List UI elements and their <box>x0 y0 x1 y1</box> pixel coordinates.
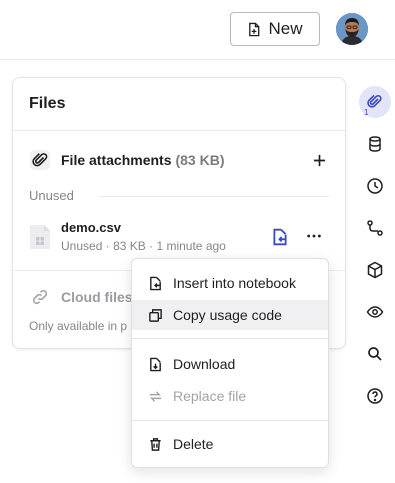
more-options-button[interactable] <box>303 226 325 248</box>
file-context-menu: Insert into notebook Copy usage code Dow… <box>131 258 329 468</box>
menu-item-label: Download <box>173 356 236 372</box>
cloud-files-label: Cloud files <box>61 289 133 305</box>
file-name: demo.csv <box>61 220 121 235</box>
file-item[interactable]: demo.csv Unused · 83 KB · 1 minute ago <box>29 220 331 256</box>
help-icon <box>367 388 383 404</box>
link-icon <box>32 289 48 305</box>
meta-separator: · <box>105 239 114 253</box>
new-button[interactable]: New <box>230 12 320 46</box>
new-button-label: New <box>268 19 303 38</box>
trash-icon <box>150 437 161 451</box>
download-icon <box>150 357 161 371</box>
paperclip-icon <box>367 94 382 108</box>
menu-item-download[interactable]: Download <box>132 349 328 379</box>
sidebar-git[interactable] <box>359 212 391 244</box>
insert-icon <box>150 276 161 290</box>
attachments-count-badge: 1 <box>364 108 369 117</box>
avatar-image <box>336 13 368 45</box>
add-attachment-button[interactable] <box>307 148 331 172</box>
sidebar-search[interactable] <box>359 338 391 370</box>
file-meta: Unused · 83 KB · 1 minute ago <box>61 239 226 253</box>
search-icon <box>368 347 382 361</box>
csv-file-icon <box>30 225 50 249</box>
eye-icon <box>366 306 384 318</box>
top-bar: New <box>0 0 395 60</box>
copy-icon <box>149 308 162 322</box>
menu-item-delete[interactable]: Delete <box>132 429 328 459</box>
sidebar-database[interactable] <box>359 128 391 160</box>
menu-item-label: Insert into notebook <box>173 275 296 291</box>
panel-title: Files <box>29 95 66 112</box>
plus-icon <box>313 154 325 166</box>
file-attachments-section: File attachments (83 KB) <box>29 148 331 172</box>
file-size: 83 KB <box>113 239 146 253</box>
avatar[interactable] <box>336 13 368 45</box>
menu-separator <box>132 420 328 421</box>
menu-item-copy-usage-code[interactable]: Copy usage code <box>132 300 328 330</box>
divider <box>13 130 345 131</box>
sidebar-files[interactable]: 1 <box>359 86 391 118</box>
package-icon <box>367 261 383 279</box>
cloud-files-sublabel: Only available in p <box>29 319 128 333</box>
more-horizontal-icon <box>307 234 321 238</box>
sidebar-help[interactable] <box>359 380 391 412</box>
menu-item-label: Copy usage code <box>173 307 282 323</box>
menu-item-label: Delete <box>173 436 214 452</box>
sidebar-packages[interactable] <box>359 254 391 286</box>
new-file-icon <box>249 22 260 36</box>
git-icon <box>367 220 383 236</box>
database-icon <box>369 136 381 152</box>
sidebar-preview[interactable] <box>359 296 391 328</box>
menu-item-label: Replace file <box>173 388 247 404</box>
file-modified: 1 minute ago <box>156 239 226 253</box>
cloud-files-section: Cloud files <box>31 288 133 306</box>
sidebar-history[interactable] <box>359 170 391 202</box>
menu-item-replace-file: Replace file <box>132 381 328 411</box>
attachments-title: File attachments <box>61 152 172 168</box>
attachments-size: (83 KB) <box>175 152 225 168</box>
insert-into-notebook-icon[interactable] <box>271 228 289 246</box>
replace-icon <box>149 390 162 402</box>
unused-label: Unused <box>29 188 74 203</box>
divider <box>99 196 329 197</box>
file-status: Unused <box>61 239 103 253</box>
paperclip-icon <box>30 150 50 170</box>
menu-item-insert-into-notebook[interactable]: Insert into notebook <box>132 268 328 298</box>
clock-icon <box>367 178 383 194</box>
menu-separator <box>132 338 328 339</box>
